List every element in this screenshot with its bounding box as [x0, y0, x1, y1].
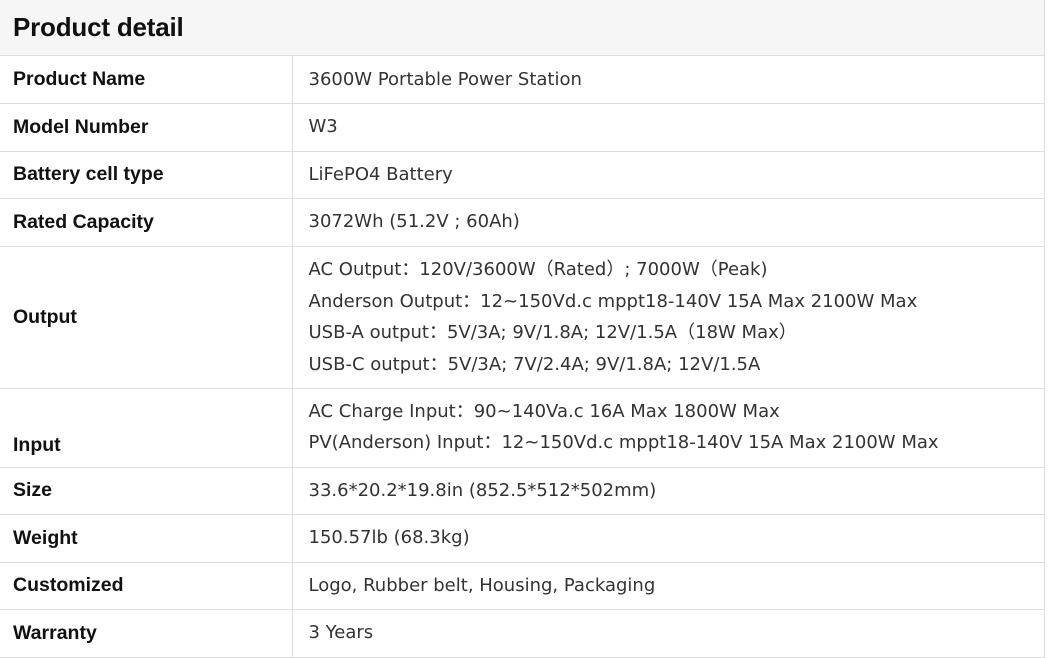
spec-value: Logo, Rubber belt, Housing, Packaging	[292, 562, 1044, 610]
section-header: Product detail	[0, 0, 1044, 56]
spec-value-line: W3	[308, 116, 338, 138]
spec-label: Input	[0, 388, 293, 468]
section-title: Product detail	[13, 12, 184, 42]
table-row: Rated Capacity 3072Wh (51.2V ; 60Ah)	[0, 198, 1044, 247]
spec-value: LiFePO4 Battery	[292, 151, 1044, 199]
spec-label: Warranty	[0, 609, 293, 658]
table-row: Model Number W3	[0, 103, 1044, 152]
spec-value-line: USB-A output：5V/3A; 9V/1.8A; 12V/1.5A（18…	[308, 322, 797, 343]
table-row: Size 33.6*20.2*19.8in (852.5*512*502mm)	[0, 467, 1044, 515]
spec-value: 3 Years	[292, 609, 1044, 658]
spec-value: 150.57lb (68.3kg)	[292, 514, 1044, 563]
table-row: Battery cell type LiFePO4 Battery	[0, 151, 1044, 199]
spec-value-line: 3072Wh (51.2V ; 60Ah)	[308, 211, 520, 233]
spec-label: Customized	[0, 562, 293, 610]
spec-value-line: 3600W Portable Power Station	[308, 68, 582, 90]
table-row: Customized Logo, Rubber belt, Housing, P…	[0, 562, 1044, 610]
spec-value: W3	[292, 103, 1044, 152]
spec-value-line: 33.6*20.2*19.8in (852.5*512*502mm)	[308, 479, 657, 501]
spec-label: Model Number	[0, 103, 293, 152]
spec-value-line: PV(Anderson) Input：12~150Vd.c mppt18-140…	[308, 432, 939, 453]
table-row: Weight 150.57lb (68.3kg)	[0, 514, 1044, 563]
spec-value-line: AC Charge Input：90~140Va.c 16A Max 1800W…	[308, 400, 780, 422]
spec-value: 33.6*20.2*19.8in (852.5*512*502mm)	[292, 467, 1044, 515]
spec-value-line: Anderson Output：12~150Vd.c mppt18-140V 1…	[308, 290, 918, 312]
spec-label: Weight	[0, 514, 293, 563]
spec-value-line: USB-C output：5V/3A; 7V/2.4A; 9V/1.8A; 12…	[308, 353, 761, 375]
spec-value: AC Charge Input：90~140Va.c 16A Max 1800W…	[292, 388, 1044, 468]
table-row: Product Name 3600W Portable Power Statio…	[0, 56, 1044, 104]
spec-label: Output	[0, 246, 293, 389]
spec-value: 3072Wh (51.2V ; 60Ah)	[292, 198, 1044, 247]
spec-table: Product Name 3600W Portable Power Statio…	[0, 56, 1044, 658]
spec-label: Size	[0, 467, 293, 515]
spec-label: Battery cell type	[0, 151, 293, 199]
product-detail-panel: Product detail Product Name 3600W Portab…	[0, 0, 1045, 658]
spec-value-line: LiFePO4 Battery	[308, 163, 453, 185]
spec-value-line: AC Output：120V/3600W（Rated）; 7000W（Peak)	[308, 259, 768, 280]
spec-value: 3600W Portable Power Station	[292, 56, 1044, 104]
spec-label: Product Name	[0, 56, 293, 104]
spec-label: Rated Capacity	[0, 198, 293, 247]
spec-value-line: 3 Years	[308, 622, 374, 644]
spec-value-line: 150.57lb (68.3kg)	[308, 527, 470, 549]
spec-value-line: Logo, Rubber belt, Housing, Packaging	[308, 574, 656, 596]
table-row: Warranty 3 Years	[0, 609, 1044, 658]
spec-value: AC Output：120V/3600W（Rated）; 7000W（Peak)…	[292, 246, 1044, 389]
table-row: Output AC Output：120V/3600W（Rated）; 7000…	[0, 246, 1044, 389]
table-row: Input AC Charge Input：90~140Va.c 16A Max…	[0, 388, 1044, 468]
